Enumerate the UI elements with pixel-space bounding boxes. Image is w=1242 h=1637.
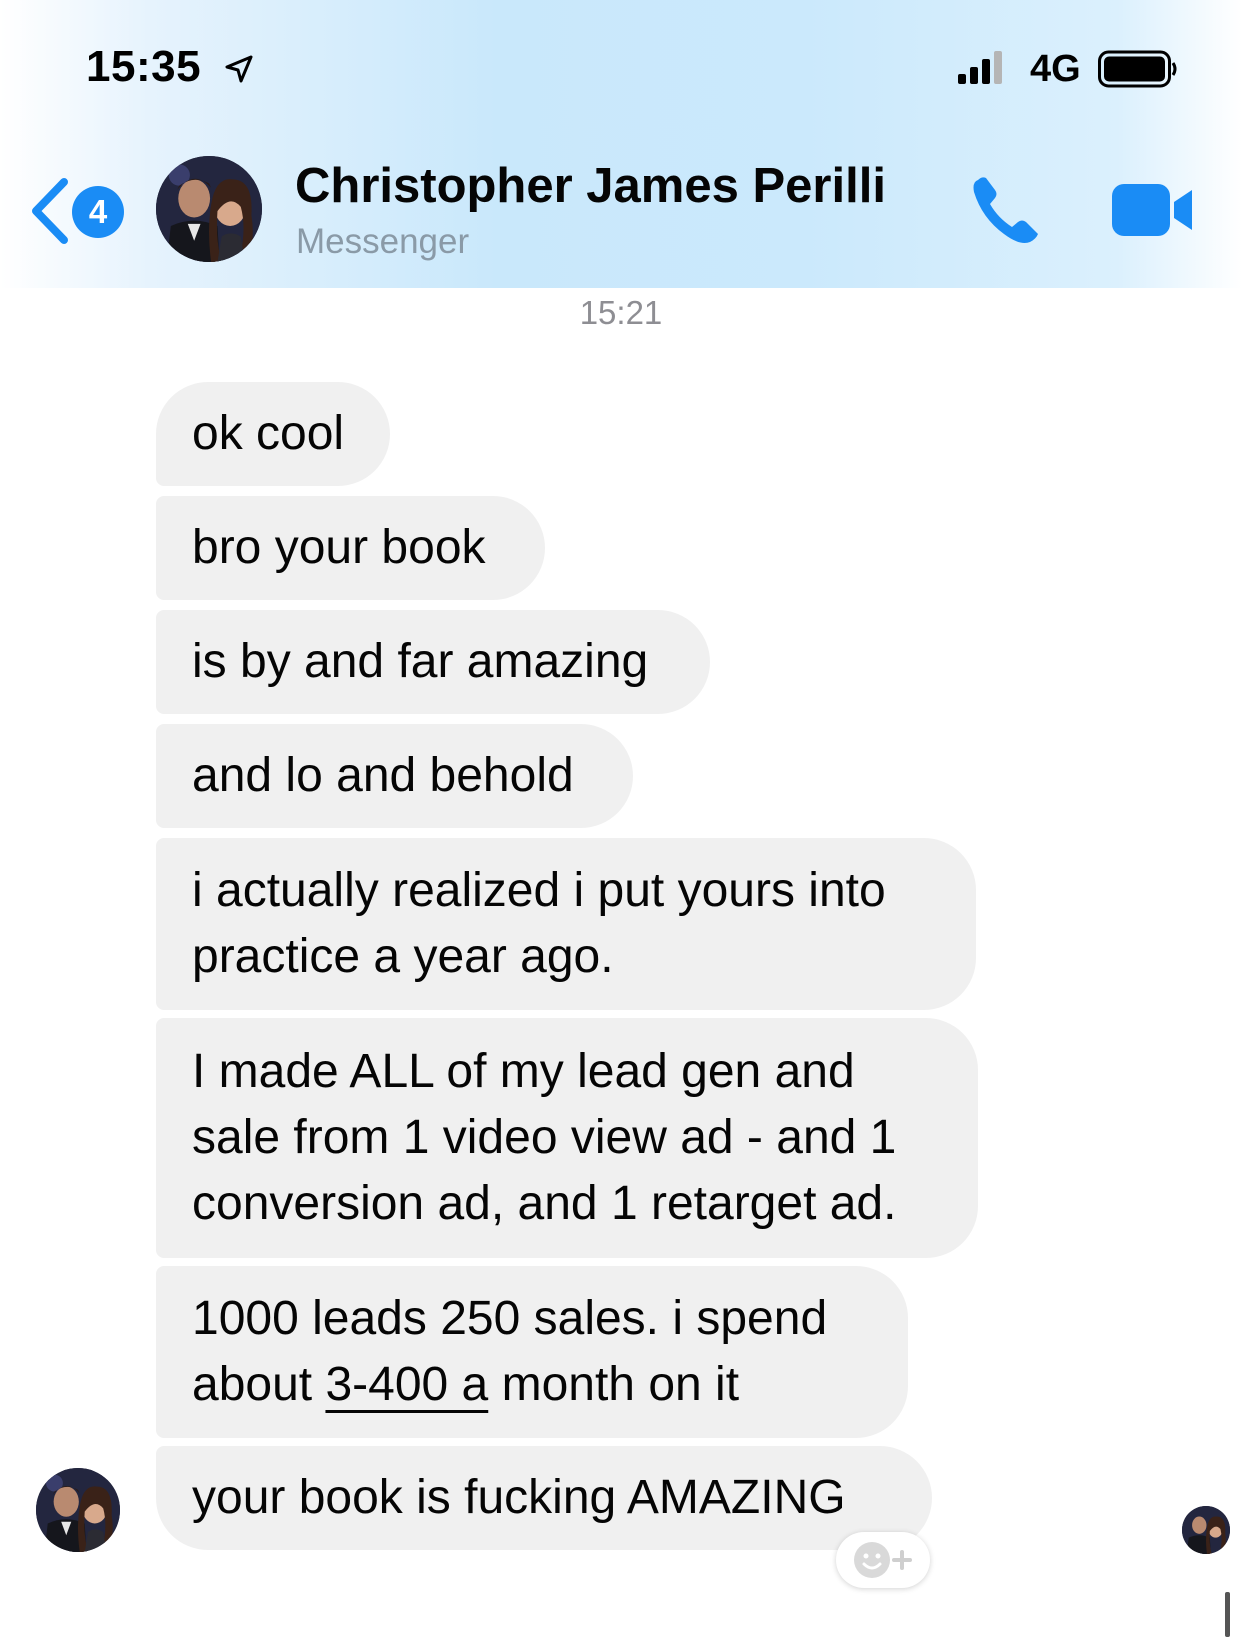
message-bubble[interactable]: your book is fucking AMAZING	[156, 1446, 932, 1550]
avatar-photo	[36, 1468, 120, 1552]
status-time: 15:35	[86, 42, 202, 91]
phone-icon[interactable]	[968, 172, 1044, 248]
message-text: bro your book	[192, 521, 486, 574]
message-text: your book is fucking AMAZING	[192, 1471, 846, 1524]
message-bubble[interactable]: bro your book	[156, 496, 545, 600]
signal-bars-icon	[958, 51, 1002, 84]
message-bubble[interactable]: is by and far amazing	[156, 610, 710, 714]
unread-count-badge: 4	[72, 186, 124, 238]
avatar-photo	[1182, 1506, 1230, 1554]
message-text: i actually realized i put yours into	[192, 864, 886, 917]
location-arrow-icon	[225, 55, 253, 83]
message-text: and lo and behold	[192, 749, 574, 802]
message-text: I made ALL of my lead gen and	[192, 1045, 855, 1098]
message-bubble[interactable]: i actually realized i put yours into pra…	[156, 838, 976, 1010]
message-text: conversion ad, and 1 retarget ad.	[192, 1177, 897, 1230]
message-text: sale from 1 video view ad - and 1	[192, 1111, 897, 1164]
underlined-text: 3-400 a	[325, 1358, 489, 1411]
network-type: 4G	[1030, 48, 1081, 90]
scroll-indicator	[1225, 1592, 1230, 1637]
contact-avatar[interactable]	[156, 156, 262, 262]
message-text: 1000 leads 250 sales. i spend	[192, 1292, 828, 1345]
message-bubble[interactable]: and lo and behold	[156, 724, 633, 828]
message-text: practice a year ago.	[192, 930, 614, 983]
add-reaction-button[interactable]	[836, 1532, 930, 1588]
message-timestamp: 15:21	[579, 294, 663, 331]
message-bubble[interactable]: ok cool	[156, 382, 390, 486]
back-chevron-icon	[32, 178, 68, 244]
avatar-photo	[156, 156, 262, 262]
battery-icon	[1098, 50, 1177, 88]
add-reaction-icon	[854, 1542, 912, 1578]
sender-avatar[interactable]	[36, 1468, 120, 1552]
video-camera-icon[interactable]	[1110, 180, 1196, 240]
contact-subtitle: Messenger	[296, 222, 470, 261]
message-bubble[interactable]: I made ALL of my lead gen and sale from …	[156, 1018, 978, 1258]
message-text: about 3-400 a month on it	[192, 1358, 740, 1411]
message-text: is by and far amazing	[192, 635, 649, 688]
contact-name[interactable]: Christopher James Perilli	[295, 158, 886, 214]
back-button[interactable]: 4	[28, 172, 128, 252]
message-bubble[interactable]: 1000 leads 250 sales. i spend about 3-40…	[156, 1266, 908, 1438]
read-receipt-avatar	[1182, 1506, 1230, 1554]
message-text: ok cool	[192, 407, 345, 460]
